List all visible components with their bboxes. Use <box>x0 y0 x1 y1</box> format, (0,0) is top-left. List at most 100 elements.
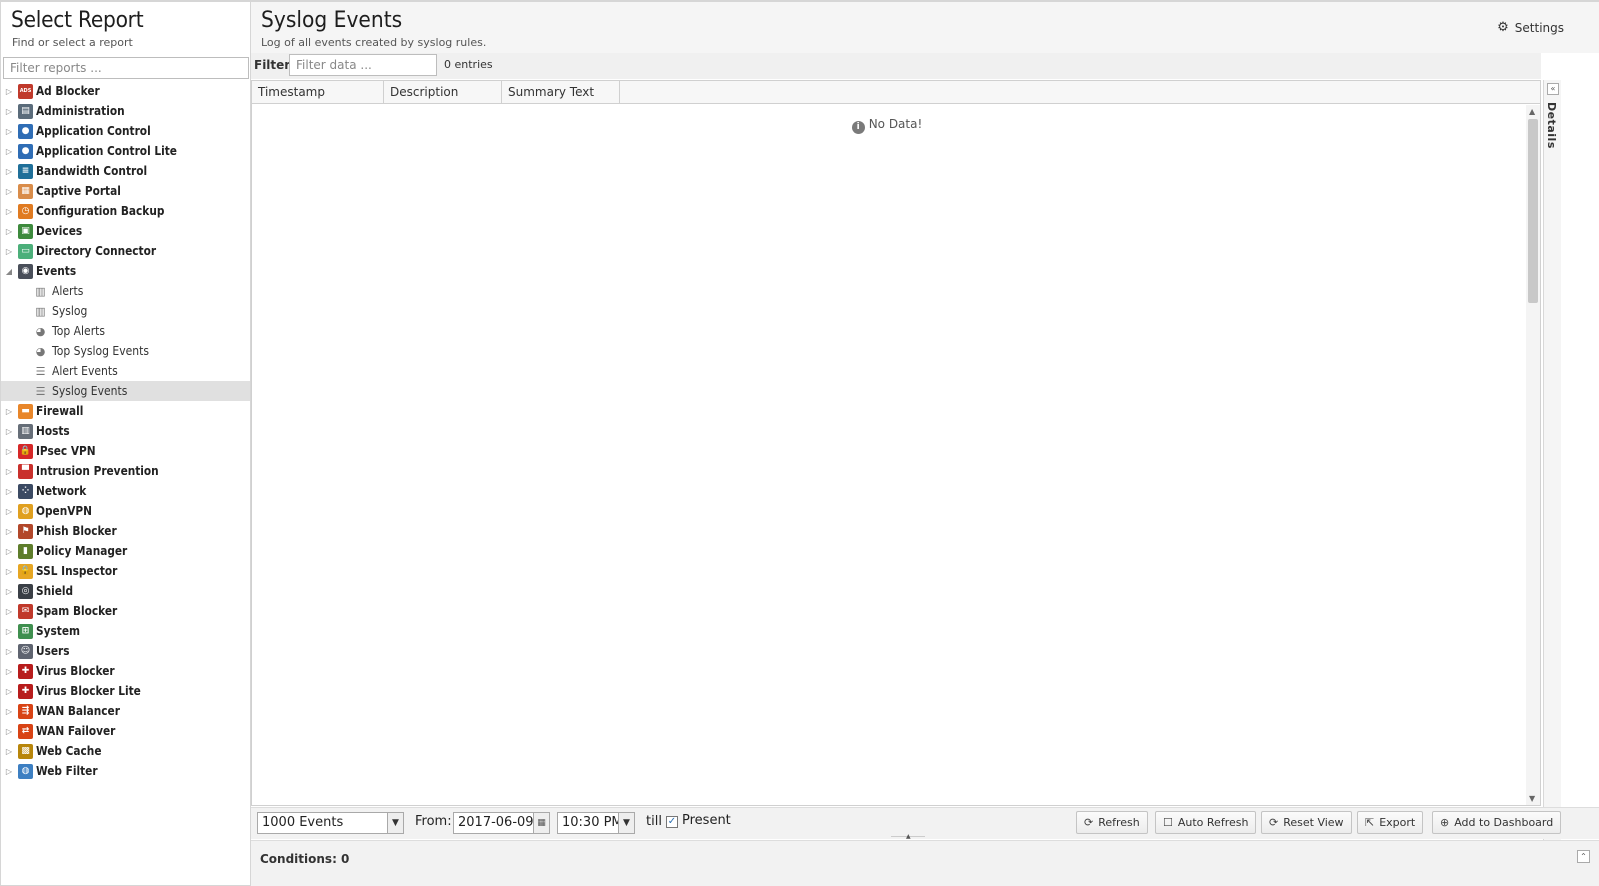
tree-item-ipsec-vpn[interactable]: ▷ 🔒 IPsec VPN <box>1 441 250 461</box>
present-checkbox[interactable]: ✓ <box>666 816 678 828</box>
scroll-up-arrow-icon[interactable]: ▲ <box>1529 107 1535 116</box>
triangle-right-icon[interactable]: ▷ <box>1 761 17 781</box>
triangle-right-icon[interactable]: ▷ <box>1 501 17 521</box>
list-icon: ☰ <box>35 364 46 378</box>
tree-item-directory-connector[interactable]: ▷ ▭ Directory Connector <box>1 241 250 261</box>
reports-app: Select Report Find or select a report ▷A… <box>0 0 1599 886</box>
reset-view-button[interactable]: ⟳ Reset View <box>1261 811 1352 834</box>
details-panel-tab[interactable]: « Details <box>1543 80 1561 840</box>
tree-item-openvpn[interactable]: ▷ ◍ OpenVPN <box>1 501 250 521</box>
report-item-top-syslog-events[interactable]: ◕ Top Syslog Events <box>1 341 250 361</box>
add-to-dashboard-button[interactable]: ⊕ Add to Dashboard <box>1432 811 1562 834</box>
triangle-right-icon[interactable]: ▷ <box>1 201 17 221</box>
tree-item-events[interactable]: ◢ ◉ Events <box>1 261 250 281</box>
triangle-right-icon[interactable]: ▷ <box>1 181 17 201</box>
refresh-button[interactable]: ⟳ Refresh <box>1076 811 1148 834</box>
triangle-right-icon[interactable]: ▷ <box>1 141 17 161</box>
tree-item-hosts[interactable]: ▷ ▥ Hosts <box>1 421 250 441</box>
triangle-right-icon[interactable]: ▷ <box>1 161 17 181</box>
triangle-right-icon[interactable]: ▷ <box>1 561 17 581</box>
from-date-field[interactable]: 2017-06-09 ▦ <box>453 812 550 834</box>
triangle-right-icon[interactable]: ▷ <box>1 621 17 641</box>
tree-item-firewall[interactable]: ▷ ▬ Firewall <box>1 401 250 421</box>
scroll-down-arrow-icon[interactable]: ▼ <box>1529 794 1535 803</box>
triangle-right-icon[interactable]: ▷ <box>1 701 17 721</box>
column-header-description[interactable]: Description <box>384 81 502 104</box>
export-label: Export <box>1379 816 1416 829</box>
tree-item-shield[interactable]: ▷ ◎ Shield <box>1 581 250 601</box>
tree-item-system[interactable]: ▷ ⊞ System <box>1 621 250 641</box>
triangle-right-icon[interactable]: ▷ <box>1 461 17 481</box>
tree-item-devices[interactable]: ▷ ▣ Devices <box>1 221 250 241</box>
export-button[interactable]: ⇱ Export <box>1357 811 1424 834</box>
triangle-right-icon[interactable]: ▷ <box>1 641 17 661</box>
triangle-right-icon[interactable]: ▷ <box>1 241 17 261</box>
triangle-right-icon[interactable]: ▷ <box>1 441 17 461</box>
triangle-right-icon[interactable]: ▷ <box>1 661 17 681</box>
tree-item-bandwidth-control[interactable]: ▷ ≡ Bandwidth Control <box>1 161 250 181</box>
report-item-alerts[interactable]: ▥ Alerts <box>1 281 250 301</box>
expand-conditions-icon[interactable]: ⌃ <box>1577 850 1590 863</box>
settings-button[interactable]: ⚙ Settings <box>1497 20 1564 35</box>
triangle-right-icon[interactable]: ▷ <box>1 421 17 441</box>
triangle-right-icon[interactable]: ▷ <box>1 581 17 601</box>
tree-item-phish-blocker[interactable]: ▷ ⚑ Phish Blocker <box>1 521 250 541</box>
report-item-syslog-events[interactable]: ☰ Syslog Events <box>1 381 250 401</box>
tree-item-label: Policy Manager <box>36 544 128 558</box>
tree-item-network[interactable]: ▷ ⁘ Network <box>1 481 250 501</box>
tree-item-label: Spam Blocker <box>36 604 118 618</box>
triangle-right-icon[interactable]: ▷ <box>1 101 17 121</box>
triangle-right-icon[interactable]: ▷ <box>1 721 17 741</box>
triangle-right-icon[interactable]: ▷ <box>1 541 17 561</box>
triangle-right-icon[interactable]: ▷ <box>1 401 17 421</box>
chevron-down-icon[interactable]: ▼ <box>618 813 634 833</box>
tree-item-configuration-backup[interactable]: ▷ ◷ Configuration Backup <box>1 201 250 221</box>
triangle-right-icon[interactable]: ▷ <box>1 81 17 101</box>
firewall-icon: ▬ <box>18 403 33 419</box>
tree-item-intrusion-prevention[interactable]: ▷ ▀ Intrusion Prevention <box>1 461 250 481</box>
tree-item-ad-blocker[interactable]: ▷ ADS Ad Blocker <box>1 81 250 101</box>
column-header-timestamp[interactable]: Timestamp <box>252 81 384 104</box>
triangle-right-icon[interactable]: ▷ <box>1 121 17 141</box>
tree-item-web-filter[interactable]: ▷ ◍ Web Filter <box>1 761 250 781</box>
tree-item-application-control[interactable]: ▷ ● Application Control <box>1 121 250 141</box>
report-item-top-alerts[interactable]: ◕ Top Alerts <box>1 321 250 341</box>
triangle-down-icon[interactable]: ◢ <box>1 261 17 281</box>
calendar-icon[interactable]: ▦ <box>533 813 549 833</box>
tree-item-administration[interactable]: ▷ ▤ Administration <box>1 101 250 121</box>
events-limit-select[interactable]: 1000 Events ▼ <box>257 812 404 834</box>
chevron-down-icon[interactable]: ▼ <box>387 813 403 833</box>
tree-item-users[interactable]: ▷ ☺ Users <box>1 641 250 661</box>
grid-vertical-scrollbar[interactable]: ▲ ▼ <box>1526 105 1540 805</box>
bottom-toolbar: 1000 Events ▼ From: 2017-06-09 ▦ 10:30 P… <box>251 807 1599 839</box>
tree-item-wan-balancer[interactable]: ▷ ⇶ WAN Balancer <box>1 701 250 721</box>
triangle-right-icon[interactable]: ▷ <box>1 601 17 621</box>
tree-item-policy-manager[interactable]: ▷ ▮ Policy Manager <box>1 541 250 561</box>
triangle-right-icon[interactable]: ▷ <box>1 521 17 541</box>
tree-item-spam-blocker[interactable]: ▷ ✉ Spam Blocker <box>1 601 250 621</box>
tree-item-web-cache[interactable]: ▷ ▩ Web Cache <box>1 741 250 761</box>
add-to-dashboard-label: Add to Dashboard <box>1454 816 1554 829</box>
from-time-field[interactable]: 10:30 PM ▼ <box>557 812 635 834</box>
reset-icon: ⟳ <box>1269 816 1279 829</box>
triangle-right-icon[interactable]: ▷ <box>1 681 17 701</box>
triangle-right-icon[interactable]: ▷ <box>1 481 17 501</box>
filter-data-input[interactable] <box>289 54 437 76</box>
expand-details-icon[interactable]: « <box>1547 83 1559 95</box>
column-header-summary-text[interactable]: Summary Text <box>502 81 620 104</box>
tree-item-virus-blocker-lite[interactable]: ▷ ✚ Virus Blocker Lite <box>1 681 250 701</box>
report-item-syslog[interactable]: ▥ Syslog <box>1 301 250 321</box>
scrollbar-thumb[interactable] <box>1528 119 1538 303</box>
auto-refresh-button[interactable]: ☐ Auto Refresh <box>1155 811 1257 834</box>
tree-item-application-control-lite[interactable]: ▷ ● Application Control Lite <box>1 141 250 161</box>
splitter-handle-icon[interactable]: ▲ <box>906 833 911 840</box>
filter-reports-input[interactable] <box>3 57 249 79</box>
tree-item-captive-portal[interactable]: ▷ ▦ Captive Portal <box>1 181 250 201</box>
tree-item-wan-failover[interactable]: ▷ ⇄ WAN Failover <box>1 721 250 741</box>
tree-item-ssl-inspector[interactable]: ▷ 🔒 SSL Inspector <box>1 561 250 581</box>
triangle-right-icon[interactable]: ▷ <box>1 741 17 761</box>
report-item-alert-events[interactable]: ☰ Alert Events <box>1 361 250 381</box>
tree-item-virus-blocker[interactable]: ▷ ✚ Virus Blocker <box>1 661 250 681</box>
entries-count: 0 entries <box>444 58 493 71</box>
triangle-right-icon[interactable]: ▷ <box>1 221 17 241</box>
